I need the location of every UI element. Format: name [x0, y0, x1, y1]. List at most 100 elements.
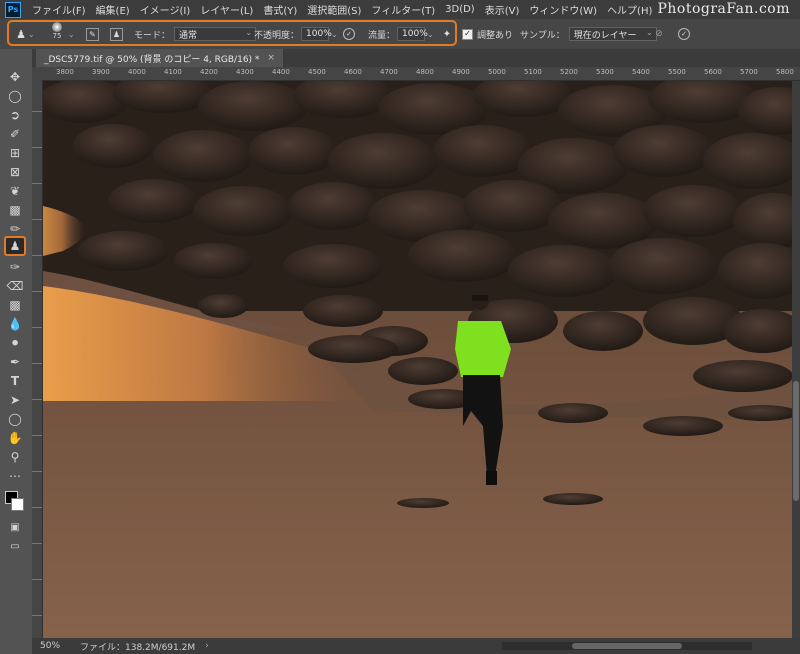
ruler-label: 4800: [416, 68, 434, 76]
eraser-tool-icon[interactable]: ⌫: [5, 278, 25, 294]
zoom-level[interactable]: 50%: [40, 641, 70, 651]
document-tab-bar: _DSC5779.tif @ 50% (背景 のコピー 4, RGB/16) *…: [32, 49, 800, 67]
eyedropper-tool-icon[interactable]: ❦: [5, 183, 25, 199]
clone-source-icon[interactable]: ♟: [110, 27, 123, 41]
menu-select[interactable]: 選択範囲(S): [302, 2, 366, 17]
path-select-tool-icon[interactable]: ➤: [5, 392, 25, 408]
mode-select[interactable]: 通常 ⌄: [174, 27, 257, 41]
frame-tool-icon[interactable]: ⊠: [5, 164, 25, 180]
ruler-label: 5700: [740, 68, 758, 76]
mode-label: モード：: [134, 30, 171, 41]
menu-bar: Ps ファイル(F) 編集(E) イメージ(I) レイヤー(L) 書式(Y) 選…: [0, 0, 800, 19]
chevron-down-icon[interactable]: ⌄: [331, 30, 338, 39]
ruler-label: 4500: [308, 68, 326, 76]
vertical-ruler[interactable]: [32, 81, 43, 638]
menu-image[interactable]: イメージ(I): [135, 2, 196, 17]
ruler-label: 4100: [164, 68, 182, 76]
airbrush-icon[interactable]: ✦: [440, 27, 454, 41]
color-swatches-icon[interactable]: [5, 491, 25, 513]
menu-filter[interactable]: フィルター(T): [366, 2, 440, 17]
horizontal-scroll-thumb[interactable]: [572, 643, 682, 649]
ruler-label: 4300: [236, 68, 254, 76]
brush-tip-icon[interactable]: [52, 22, 62, 32]
vertical-scrollbar[interactable]: [792, 81, 800, 638]
chevron-right-icon[interactable]: ›: [205, 641, 209, 651]
flow-field[interactable]: 100%: [397, 27, 428, 41]
menu-edit[interactable]: 編集(E): [91, 2, 135, 17]
ruler-label: 4400: [272, 68, 290, 76]
watermark-brand: PhotograFan.com: [657, 1, 790, 17]
opacity-label: 不透明度：: [254, 30, 300, 41]
screen-mode-icon[interactable]: ▭: [5, 538, 25, 554]
chevron-down-icon: ⌄: [245, 28, 253, 37]
zoom-tool-icon[interactable]: ⚲: [5, 449, 25, 465]
ruler-label: 3900: [92, 68, 110, 76]
opacity-value: 100%: [306, 29, 332, 39]
ruler-label: 5100: [524, 68, 542, 76]
sample-select[interactable]: 現在のレイヤー ⌄: [568, 27, 657, 41]
menu-view[interactable]: 表示(V): [480, 2, 525, 17]
pressure-size-icon[interactable]: ✓: [678, 28, 690, 40]
menu-type[interactable]: 書式(Y): [258, 2, 302, 17]
brush-size-label: 75: [52, 32, 62, 40]
hand-tool-icon[interactable]: ✋: [5, 430, 25, 446]
ruler-label: 5600: [704, 68, 722, 76]
clone-stamp-preset-icon[interactable]: ♟: [14, 27, 28, 41]
menu-file[interactable]: ファイル(F): [27, 2, 91, 17]
ruler-label: 4900: [452, 68, 470, 76]
lasso-tool-icon[interactable]: ➲: [5, 107, 25, 123]
document-tab[interactable]: _DSC5779.tif @ 50% (背景 のコピー 4, RGB/16) *…: [36, 49, 283, 67]
close-icon[interactable]: ×: [267, 53, 275, 63]
quick-select-tool-icon[interactable]: ✐: [5, 126, 25, 142]
ruler-label: 4700: [380, 68, 398, 76]
menu-window[interactable]: ウィンドウ(W): [524, 2, 602, 17]
horizontal-scrollbar[interactable]: [502, 642, 752, 650]
flow-value: 100%: [402, 29, 428, 39]
ellipse-tool-icon[interactable]: ◯: [5, 411, 25, 427]
horizontal-ruler[interactable]: 3800 3900 4000 4100 4200 4300 4400 4500 …: [42, 67, 800, 81]
aligned-checkbox[interactable]: ✓: [462, 28, 473, 40]
document-canvas[interactable]: [43, 81, 792, 638]
ruler-label: 5500: [668, 68, 686, 76]
ruler-label: 5800: [776, 68, 794, 76]
brush-settings-icon[interactable]: ✎: [86, 27, 99, 41]
sample-label: サンプル：: [520, 30, 565, 41]
status-bar: 50% ファイル：138.2M/691.2M ›: [32, 638, 800, 654]
chevron-down-icon[interactable]: ⌄: [427, 30, 434, 39]
sample-value: 現在のレイヤー: [573, 30, 637, 41]
quick-mask-icon[interactable]: ▣: [5, 519, 25, 535]
ignore-adjustment-layers-icon[interactable]: ⊘: [652, 27, 666, 41]
chevron-down-icon[interactable]: ⌄: [68, 30, 75, 39]
ruler-label: 5000: [488, 68, 506, 76]
menu-layer[interactable]: レイヤー(L): [195, 2, 258, 17]
chevron-down-icon[interactable]: ⌄: [28, 30, 35, 39]
more-tools-icon[interactable]: ⋯: [5, 468, 25, 484]
flow-label: 流量：: [368, 30, 396, 41]
aligned-label: 調整あり: [477, 30, 514, 41]
healing-brush-tool-icon[interactable]: ▩: [5, 202, 25, 218]
move-tool-icon[interactable]: ✥: [5, 69, 25, 85]
ruler-label: 5200: [560, 68, 578, 76]
opacity-field[interactable]: 100%: [301, 27, 332, 41]
type-tool-icon[interactable]: T: [5, 373, 25, 389]
marquee-tool-icon[interactable]: ◯: [5, 88, 25, 104]
pen-tool-icon[interactable]: ✒: [5, 354, 25, 370]
ruler-label: 3800: [56, 68, 74, 76]
tools-panel: ✥ ◯ ➲ ✐ ⊞ ⊠ ❦ ▩ ✏ ♟ ✑ ⌫ ▩ 💧 ⚫ ✒ T ➤ ◯ ✋ …: [0, 49, 33, 654]
menu-help[interactable]: ヘルプ(H): [602, 2, 657, 17]
options-bar: ♟ ⌄ 75 ⌄ ✎ ♟ モード： 通常 ⌄ 不透明度： 100% ⌄ ✓ 流量…: [0, 19, 800, 50]
ruler-label: 4200: [200, 68, 218, 76]
history-brush-tool-icon[interactable]: ✑: [5, 259, 25, 275]
pressure-opacity-icon[interactable]: ✓: [343, 28, 355, 40]
ruler-label: 5400: [632, 68, 650, 76]
gradient-tool-icon[interactable]: ▩: [5, 297, 25, 313]
menu-3d[interactable]: 3D(D): [440, 4, 480, 15]
clone-stamp-tool-icon[interactable]: ♟: [4, 236, 26, 256]
dodge-tool-icon[interactable]: ⚫: [5, 335, 25, 351]
photoshop-logo-icon[interactable]: Ps: [5, 1, 21, 18]
ruler-origin[interactable]: [32, 67, 42, 81]
brush-tool-icon[interactable]: ✏: [5, 221, 25, 237]
crop-tool-icon[interactable]: ⊞: [5, 145, 25, 161]
vertical-scroll-thumb[interactable]: [793, 381, 799, 501]
blur-tool-icon[interactable]: 💧: [5, 316, 25, 332]
